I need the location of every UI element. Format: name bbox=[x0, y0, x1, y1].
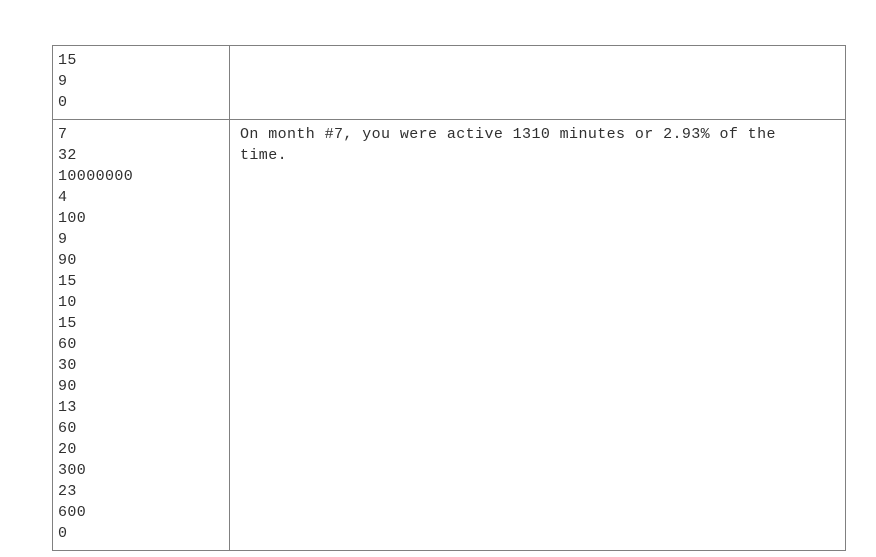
value-line: 23 bbox=[58, 483, 77, 500]
value-line: 20 bbox=[58, 441, 77, 458]
value-line: 7 bbox=[58, 126, 68, 143]
value-line: 600 bbox=[58, 504, 87, 521]
value-line: 0 bbox=[58, 525, 68, 542]
table-body: 15 9 0 7 32 10000000 4 100 9 90 15 10 15… bbox=[52, 45, 846, 551]
table-row: 7 32 10000000 4 100 9 90 15 10 15 60 30 … bbox=[52, 119, 846, 551]
value-line: 9 bbox=[58, 231, 68, 248]
activity-summary-message: On month #7, you were active 1310 minute… bbox=[240, 126, 776, 164]
page-root: 15 9 0 7 32 10000000 4 100 9 90 15 10 15… bbox=[0, 0, 876, 557]
value-line: 30 bbox=[58, 357, 77, 374]
value-line: 60 bbox=[58, 336, 77, 353]
value-line: 10 bbox=[58, 294, 77, 311]
values-cell-row-0: 15 9 0 bbox=[52, 45, 230, 120]
value-line: 4 bbox=[58, 189, 68, 206]
value-line: 15 bbox=[58, 315, 77, 332]
value-line: 300 bbox=[58, 462, 87, 479]
value-line: 0 bbox=[58, 94, 68, 111]
value-line: 15 bbox=[58, 52, 77, 69]
value-line: 10000000 bbox=[58, 168, 134, 185]
value-line: 13 bbox=[58, 399, 77, 416]
value-line: 9 bbox=[58, 73, 68, 90]
value-line: 15 bbox=[58, 273, 77, 290]
value-line: 90 bbox=[58, 252, 77, 269]
value-line: 90 bbox=[58, 378, 77, 395]
message-cell-row-1: On month #7, you were active 1310 minute… bbox=[229, 119, 846, 551]
activity-table: 15 9 0 7 32 10000000 4 100 9 90 15 10 15… bbox=[52, 45, 846, 551]
table-row: 15 9 0 bbox=[52, 45, 846, 120]
value-line: 32 bbox=[58, 147, 77, 164]
message-cell-row-0 bbox=[229, 45, 846, 120]
values-cell-row-1: 7 32 10000000 4 100 9 90 15 10 15 60 30 … bbox=[52, 119, 230, 551]
value-line: 100 bbox=[58, 210, 87, 227]
value-line: 60 bbox=[58, 420, 77, 437]
